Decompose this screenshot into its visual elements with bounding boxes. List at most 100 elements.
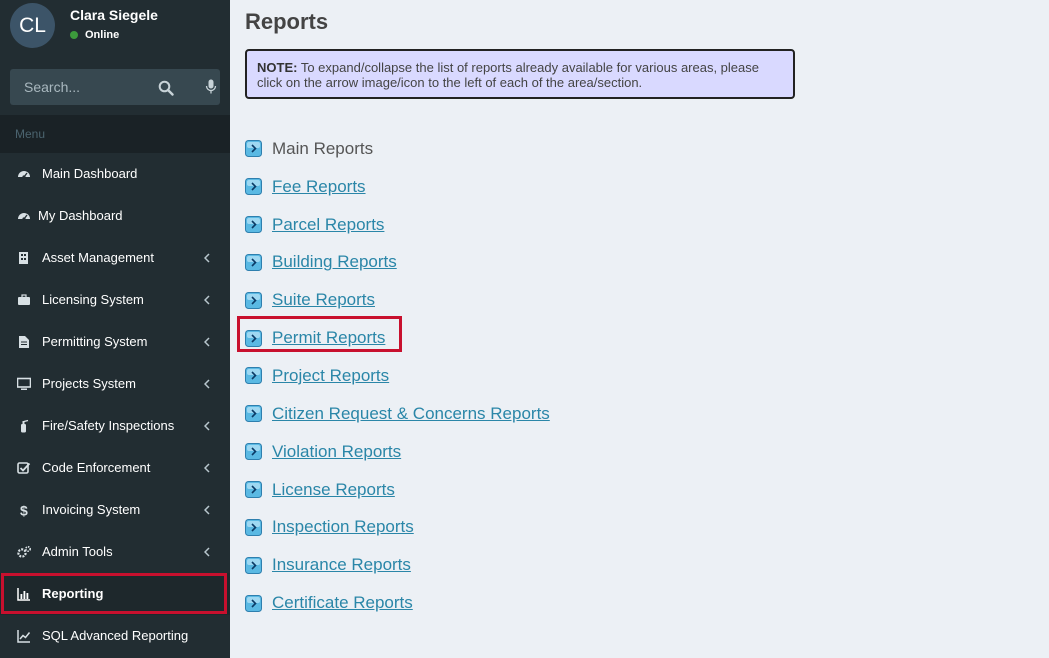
report-link-project[interactable]: Project Reports bbox=[272, 366, 389, 386]
sidebar-item-code-enforcement[interactable]: Code Enforcement bbox=[0, 447, 230, 489]
sidebar-item-my-dashboard[interactable]: My Dashboard bbox=[0, 195, 230, 237]
expand-arrow-icon[interactable] bbox=[245, 178, 262, 196]
chevron-left-icon bbox=[204, 379, 210, 389]
report-item-permit: Permit Reports bbox=[245, 319, 550, 357]
report-item-suite: Suite Reports bbox=[245, 281, 550, 319]
report-link-citizen-request[interactable]: Citizen Request & Concerns Reports bbox=[272, 404, 550, 424]
sidebar-item-label: Permitting System bbox=[42, 334, 148, 349]
report-item-building: Building Reports bbox=[245, 244, 550, 282]
avatar[interactable]: CL bbox=[10, 3, 55, 48]
expand-arrow-icon[interactable] bbox=[245, 518, 262, 536]
chevron-left-icon bbox=[204, 463, 210, 473]
chevron-left-icon bbox=[204, 505, 210, 515]
report-item-fee: Fee Reports bbox=[245, 168, 550, 206]
chevron-left-icon bbox=[204, 253, 210, 263]
report-item-certificate: Certificate Reports bbox=[245, 584, 550, 622]
building-icon bbox=[19, 252, 28, 264]
sidebar-item-label: Projects System bbox=[42, 376, 136, 391]
sidebar-menu: Main Dashboard My Dashboard Asset Manage… bbox=[0, 153, 230, 657]
report-item-main: Main Reports bbox=[245, 130, 550, 168]
chevron-left-icon bbox=[204, 547, 210, 557]
user-status-label: Online bbox=[85, 29, 120, 41]
checkbox-icon bbox=[17, 462, 31, 474]
document-icon bbox=[19, 336, 29, 348]
sidebar-item-label: Licensing System bbox=[42, 292, 144, 307]
report-link-permit[interactable]: Permit Reports bbox=[272, 328, 385, 348]
sidebar-item-label: Asset Management bbox=[42, 250, 155, 265]
search-icon[interactable] bbox=[158, 80, 174, 96]
expand-arrow-icon[interactable] bbox=[245, 329, 262, 347]
report-item-inspection: Inspection Reports bbox=[245, 508, 550, 546]
sidebar-item-asset-management[interactable]: Asset Management bbox=[0, 237, 230, 279]
sidebar-search bbox=[10, 69, 220, 105]
sidebar-item-label: Main Dashboard bbox=[42, 166, 138, 181]
expand-arrow-icon[interactable] bbox=[245, 253, 262, 271]
report-label: Main Reports bbox=[272, 138, 374, 158]
expand-arrow-icon[interactable] bbox=[245, 140, 262, 158]
expand-arrow-icon[interactable] bbox=[245, 481, 262, 499]
svg-text:$: $ bbox=[20, 503, 28, 517]
sidebar-item-permitting-system[interactable]: Permitting System bbox=[0, 321, 230, 363]
sidebar-item-licensing-system[interactable]: Licensing System bbox=[0, 279, 230, 321]
menu-header: Menu bbox=[0, 115, 230, 153]
note-label: NOTE: bbox=[257, 60, 298, 75]
report-list: Main Reports Fee Reports Parcel Reports … bbox=[245, 130, 550, 622]
briefcase-icon bbox=[18, 294, 30, 305]
expand-arrow-icon[interactable] bbox=[245, 594, 262, 612]
report-item-project: Project Reports bbox=[245, 357, 550, 395]
sidebar-item-label: Admin Tools bbox=[42, 544, 113, 559]
expand-arrow-icon[interactable] bbox=[245, 443, 262, 461]
report-link-certificate[interactable]: Certificate Reports bbox=[272, 593, 413, 613]
note-box: NOTE: To expand/collapse the list of rep… bbox=[245, 49, 795, 99]
sidebar-item-label: Invoicing System bbox=[42, 502, 141, 517]
expand-arrow-icon[interactable] bbox=[245, 405, 262, 423]
report-item-insurance: Insurance Reports bbox=[245, 546, 550, 584]
sidebar-item-fire-safety-inspections[interactable]: Fire/Safety Inspections bbox=[0, 405, 230, 447]
report-item-parcel: Parcel Reports bbox=[245, 206, 550, 244]
report-link-violation[interactable]: Violation Reports bbox=[272, 442, 401, 462]
report-item-license: License Reports bbox=[245, 471, 550, 509]
report-item-citizen-request: Citizen Request & Concerns Reports bbox=[245, 395, 550, 433]
expand-arrow-icon[interactable] bbox=[245, 556, 262, 574]
monitor-icon bbox=[17, 377, 31, 390]
expand-arrow-icon[interactable] bbox=[245, 216, 262, 234]
chevron-left-icon bbox=[204, 295, 210, 305]
user-name: Clara Siegele bbox=[70, 7, 158, 23]
sidebar-item-label: Code Enforcement bbox=[42, 460, 151, 475]
report-link-building[interactable]: Building Reports bbox=[272, 252, 397, 272]
expand-arrow-icon[interactable] bbox=[245, 367, 262, 385]
user-panel: CL Clara Siegele Online bbox=[0, 0, 230, 60]
sidebar-item-invoicing-system[interactable]: $ Invoicing System bbox=[0, 489, 230, 531]
sidebar-item-admin-tools[interactable]: Admin Tools bbox=[0, 531, 230, 573]
user-status: Online bbox=[70, 29, 119, 41]
sidebar-item-sql-advanced-reporting[interactable]: SQL Advanced Reporting bbox=[0, 615, 230, 657]
report-link-fee[interactable]: Fee Reports bbox=[272, 177, 366, 197]
chevron-left-icon bbox=[204, 337, 210, 347]
expand-arrow-icon[interactable] bbox=[245, 291, 262, 309]
sidebar-item-reporting[interactable]: Reporting bbox=[0, 573, 230, 615]
line-chart-icon bbox=[17, 630, 31, 643]
report-link-license[interactable]: License Reports bbox=[272, 480, 395, 500]
gears-icon bbox=[17, 546, 31, 558]
sidebar-item-projects-system[interactable]: Projects System bbox=[0, 363, 230, 405]
report-link-parcel[interactable]: Parcel Reports bbox=[272, 215, 384, 235]
report-link-inspection[interactable]: Inspection Reports bbox=[272, 517, 414, 537]
search-input[interactable] bbox=[10, 69, 150, 105]
dollar-icon: $ bbox=[20, 503, 28, 517]
fire-extinguisher-icon bbox=[21, 419, 29, 433]
note-text: To expand/collapse the list of reports a… bbox=[257, 60, 759, 90]
report-link-suite[interactable]: Suite Reports bbox=[272, 290, 375, 310]
report-link-insurance[interactable]: Insurance Reports bbox=[272, 555, 411, 575]
microphone-icon[interactable] bbox=[205, 79, 217, 95]
sidebar: CL Clara Siegele Online Menu Main Dashbo… bbox=[0, 0, 230, 658]
dashboard-icon bbox=[18, 171, 30, 179]
chevron-left-icon bbox=[204, 421, 210, 431]
sidebar-item-main-dashboard[interactable]: Main Dashboard bbox=[0, 153, 230, 195]
sidebar-item-label: Reporting bbox=[42, 586, 104, 601]
sidebar-item-label: Fire/Safety Inspections bbox=[42, 418, 175, 433]
sidebar-item-label: My Dashboard bbox=[38, 208, 123, 223]
sidebar-item-label: SQL Advanced Reporting bbox=[42, 628, 189, 643]
bar-chart-icon bbox=[17, 588, 30, 601]
online-status-icon bbox=[70, 31, 78, 39]
dashboard-icon bbox=[18, 213, 30, 221]
